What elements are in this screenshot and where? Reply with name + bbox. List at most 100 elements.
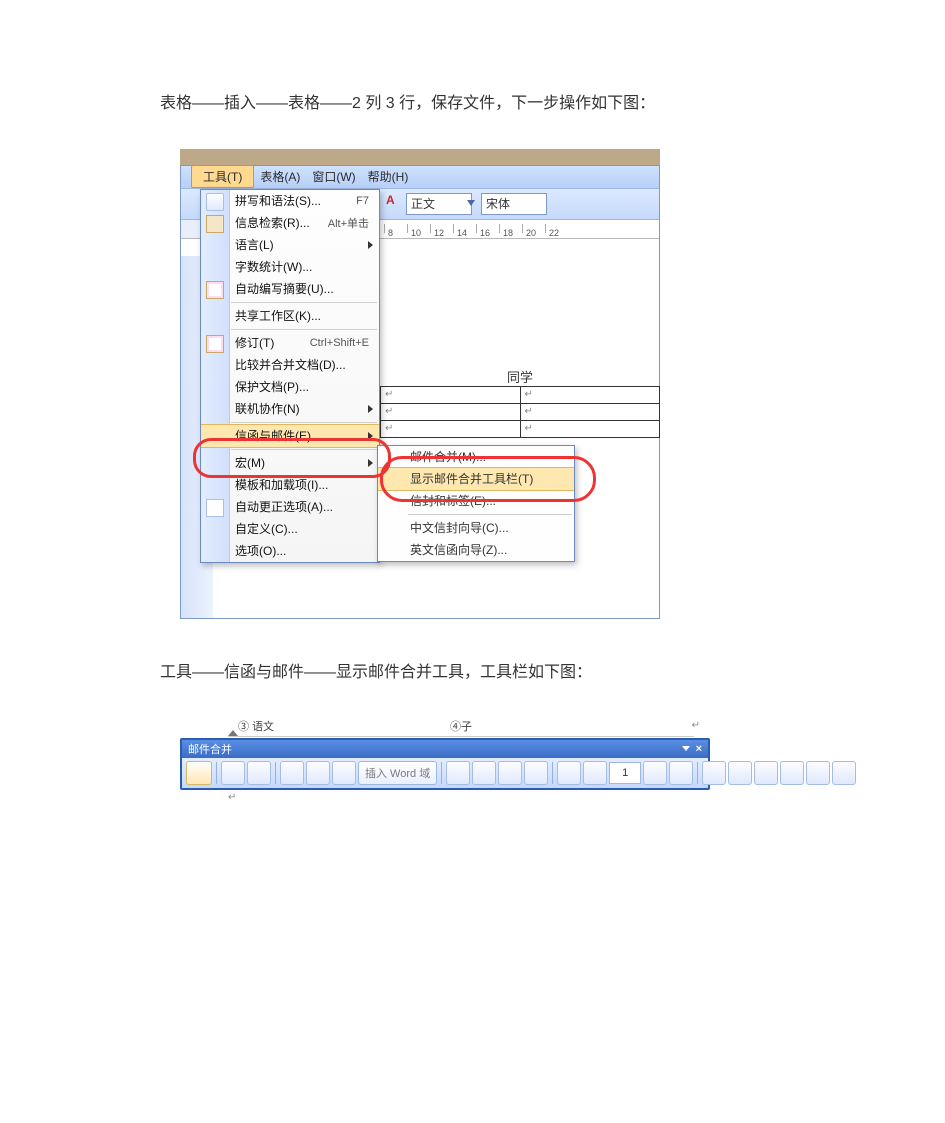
toolbar-separator	[216, 762, 217, 784]
toolbar-separator	[441, 762, 442, 784]
menu-item-label: 保护文档(P)...	[235, 378, 309, 395]
pilcrow-icon: ↵	[385, 406, 393, 417]
last-record-button[interactable]	[669, 761, 693, 785]
submenu-item-mail-merge[interactable]: 邮件合并(M)...	[378, 446, 574, 468]
menu-item-customize[interactable]: 自定义(C)...	[201, 518, 379, 540]
recipients-button[interactable]	[247, 761, 271, 785]
menu-separator	[231, 302, 377, 303]
menu-item-spelling[interactable]: 拼写和语法(S)... F7	[201, 190, 379, 212]
setup-main-document-button[interactable]	[186, 761, 212, 785]
merge-to-email-button[interactable]	[806, 761, 830, 785]
dropdown-caret-icon	[467, 200, 475, 206]
autocorrect-icon	[206, 499, 224, 517]
menu-table[interactable]: 表格(A)	[254, 165, 306, 188]
table-cell: ↵	[381, 420, 521, 437]
insert-merge-field-button[interactable]	[332, 761, 356, 785]
table-cell: ↵	[381, 403, 521, 420]
merge-to-new-doc-button[interactable]	[754, 761, 778, 785]
menu-item-label: 选项(O)...	[235, 542, 286, 559]
toolbar-options-caret-icon[interactable]	[682, 746, 690, 751]
ruler-tick-label: 12	[434, 228, 444, 238]
menu-tools-label: 工具(T)	[197, 167, 248, 187]
submenu-item-cn-envelope-wizard[interactable]: 中文信封向导(C)...	[378, 517, 574, 539]
menu-item-label: 自动更正选项(A)...	[235, 498, 333, 515]
record-number-input[interactable]: 1	[609, 762, 641, 784]
ruler-label: ③ 语文	[238, 718, 274, 734]
toolbar-separator	[275, 762, 276, 784]
menu-item-autosummary[interactable]: 自动编写摘要(U)...	[201, 278, 379, 300]
insert-address-block-button[interactable]	[280, 761, 304, 785]
menu-item-label: 信封和标签(E)...	[410, 492, 496, 509]
check-errors-button[interactable]	[728, 761, 752, 785]
menu-item-label: 比较并合并文档(D)...	[235, 356, 346, 373]
merge-to-fax-button[interactable]	[832, 761, 856, 785]
toolbar-title-bar[interactable]: 邮件合并 ×	[182, 740, 708, 758]
font-color-icon[interactable]: A	[386, 193, 395, 207]
caption-1: 表格——插入——表格——2 列 3 行，保存文件，下一步操作如下图：	[160, 90, 785, 119]
menu-item-shortcut: Ctrl+Shift+E	[310, 337, 369, 349]
first-record-button[interactable]	[557, 761, 581, 785]
autosummary-icon	[206, 281, 224, 299]
ruler-tick-label: 20	[526, 228, 536, 238]
menu-item-shortcut: Alt+单击	[328, 215, 369, 231]
find-entry-button[interactable]	[702, 761, 726, 785]
prev-record-button[interactable]	[583, 761, 607, 785]
menu-item-label: 英文信函向导(Z)...	[410, 541, 507, 558]
toolbar-separator	[697, 762, 698, 784]
menu-item-addins[interactable]: 模板和加载项(I)...	[201, 474, 379, 496]
pilcrow-icon: ↵	[385, 389, 393, 400]
menu-window[interactable]: 窗口(W)	[306, 165, 361, 188]
submenu-item-envelopes[interactable]: 信封和标签(E)...	[378, 490, 574, 512]
font-selector[interactable]: 宋体	[481, 193, 547, 215]
pilcrow-icon: ↵	[525, 389, 533, 400]
menu-tools[interactable]: 工具(T)	[191, 165, 254, 188]
submenu-item-en-letter-wizard[interactable]: 英文信函向导(Z)...	[378, 539, 574, 561]
ruler-tick-label: 10	[411, 228, 421, 238]
pilcrow-icon: ↵	[228, 792, 710, 803]
menu-item-label: 宏(M)	[235, 454, 265, 471]
open-data-source-button[interactable]	[221, 761, 245, 785]
match-fields-button[interactable]	[498, 761, 522, 785]
table-cell: ↵	[381, 386, 521, 403]
next-record-button[interactable]	[643, 761, 667, 785]
toolbar-buttons-row: 插入 Word 域 1	[182, 758, 708, 788]
menu-item-wordcount[interactable]: 字数统计(W)...	[201, 256, 379, 278]
submenu-item-show-mailmerge-toolbar[interactable]: 显示邮件合并工具栏(T)	[378, 467, 574, 491]
ruler-tick-label: 18	[503, 228, 513, 238]
menu-item-options[interactable]: 选项(O)...	[201, 540, 379, 562]
merge-to-printer-button[interactable]	[780, 761, 804, 785]
close-icon[interactable]: ×	[696, 743, 702, 755]
view-merged-data-button[interactable]	[446, 761, 470, 785]
menu-item-shared[interactable]: 共享工作区(K)...	[201, 305, 379, 327]
menu-item-compare[interactable]: 比较并合并文档(D)...	[201, 354, 379, 376]
document-table-preview: 同学 ↵↵ ↵↵ ↵↵	[380, 367, 660, 438]
mail-merge-toolbar[interactable]: 邮件合并 × 插入 Word 域 1	[180, 738, 710, 790]
menu-item-label: 模板和加载项(I)...	[235, 476, 328, 493]
propagate-labels-button[interactable]	[524, 761, 548, 785]
spelling-icon	[206, 193, 224, 211]
pilcrow-icon: ↵	[385, 423, 393, 434]
submenu-arrow-icon	[368, 459, 373, 467]
insert-greeting-button[interactable]	[306, 761, 330, 785]
mini-ruler-row: ③ 语文 ④子 ↵	[180, 718, 710, 738]
menu-item-track[interactable]: 修订(T) Ctrl+Shift+E	[201, 332, 379, 354]
insert-word-field-dropdown[interactable]: 插入 Word 域	[358, 761, 437, 785]
style-selector[interactable]: 正文	[406, 193, 472, 215]
menu-item-letters-and-mailings[interactable]: 信函与邮件(E)	[201, 424, 379, 448]
menu-item-research[interactable]: 信息检索(R)... Alt+单击	[201, 212, 379, 234]
table-cell: ↵	[520, 403, 660, 420]
menu-item-autocorrect[interactable]: 自动更正选项(A)...	[201, 496, 379, 518]
highlight-fields-button[interactable]	[472, 761, 496, 785]
menu-item-macro[interactable]: 宏(M)	[201, 452, 379, 474]
preview-table: ↵↵ ↵↵ ↵↵	[380, 386, 660, 438]
pilcrow-icon: ↵	[692, 720, 700, 731]
circled-number: ③	[238, 721, 249, 733]
menu-item-shortcut: F7	[356, 195, 369, 207]
menu-item-protect[interactable]: 保护文档(P)...	[201, 376, 379, 398]
menu-help[interactable]: 帮助(H)	[362, 165, 415, 188]
menu-item-language[interactable]: 语言(L)	[201, 234, 379, 256]
ruler-tick-label: 16	[480, 228, 490, 238]
tools-dropdown-menu: 拼写和语法(S)... F7 信息检索(R)... Alt+单击 语言(L) 字…	[200, 189, 380, 563]
menu-item-label: 自动编写摘要(U)...	[235, 280, 334, 297]
menu-item-online[interactable]: 联机协作(N)	[201, 398, 379, 420]
